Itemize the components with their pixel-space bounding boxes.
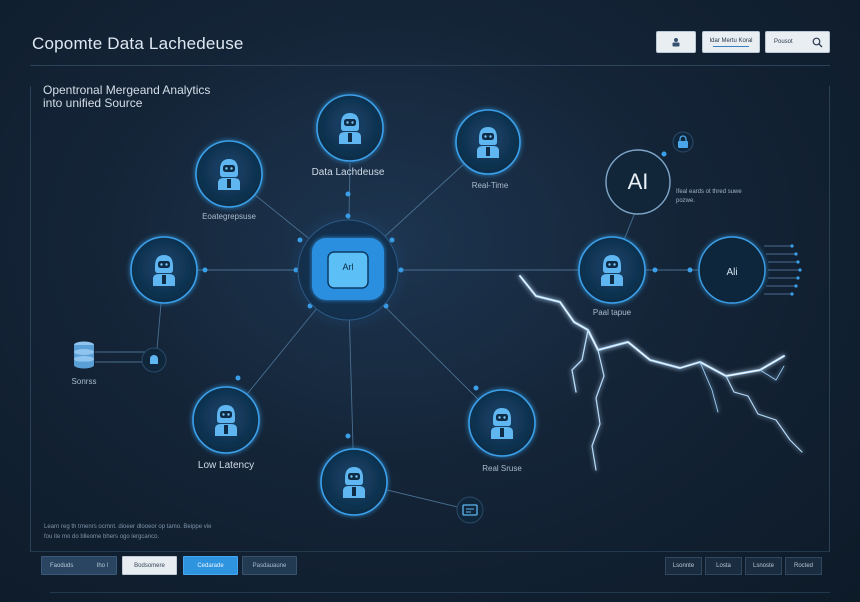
agent-mini-icon — [141, 347, 167, 373]
agent-node-upper-left — [195, 140, 263, 208]
node-label-right: Paal tapue — [592, 308, 632, 317]
footer-button-4[interactable]: Pasdauaune — [242, 556, 297, 575]
footer-button-1-extra: Iho l — [96, 562, 108, 569]
agent-node-bottom — [320, 448, 388, 516]
ai-node-small-label[interactable]: Ali — [700, 240, 764, 304]
display-icon — [456, 496, 484, 524]
agent-node-lower-right — [468, 389, 536, 457]
footer-right-button-4[interactable]: Rocted — [785, 557, 822, 575]
description-text: Learn reg th trnenrs ocrnnt. dioeer dloo… — [44, 524, 212, 540]
node-label-lower-right: Real Sruse — [482, 464, 522, 473]
agent-node-top-right — [455, 109, 521, 175]
node-label-top: Data Lachdeuse — [311, 167, 385, 178]
footer-divider — [50, 592, 830, 593]
footer-right-button-3[interactable]: Lsnoste — [745, 557, 782, 575]
agent-node-top — [316, 94, 384, 162]
footer-button-2[interactable]: Bodsomere — [122, 556, 177, 575]
lock-icon — [672, 131, 694, 153]
node-label-lower-left: Low Latency — [197, 460, 255, 471]
node-label-upper-left: Eoategrepsuse — [202, 212, 256, 221]
ai-node-big-label[interactable]: AI — [606, 150, 670, 214]
node-label-top-right: Real-Time — [471, 181, 509, 190]
hub-label: Arl — [342, 262, 354, 272]
footer-right-button-1[interactable]: Lsonnte — [665, 557, 702, 575]
database-icon — [74, 341, 94, 369]
lightning-bolt — [518, 274, 803, 471]
node-label-sources: Sonrss — [71, 377, 97, 386]
footer-button-1[interactable]: Faoduds Iho l — [41, 556, 117, 575]
ai-note: Ifeal eards ot thred suwe pozwe. — [676, 189, 742, 204]
footer-button-1-label: Faoduds — [50, 562, 74, 569]
footer-right-button-2[interactable]: Losta — [705, 557, 742, 575]
footer-button-3[interactable]: Cedarade — [183, 556, 238, 575]
agent-node-right — [578, 236, 646, 304]
agent-node-left — [130, 236, 198, 304]
agent-node-lower-left — [192, 386, 260, 454]
